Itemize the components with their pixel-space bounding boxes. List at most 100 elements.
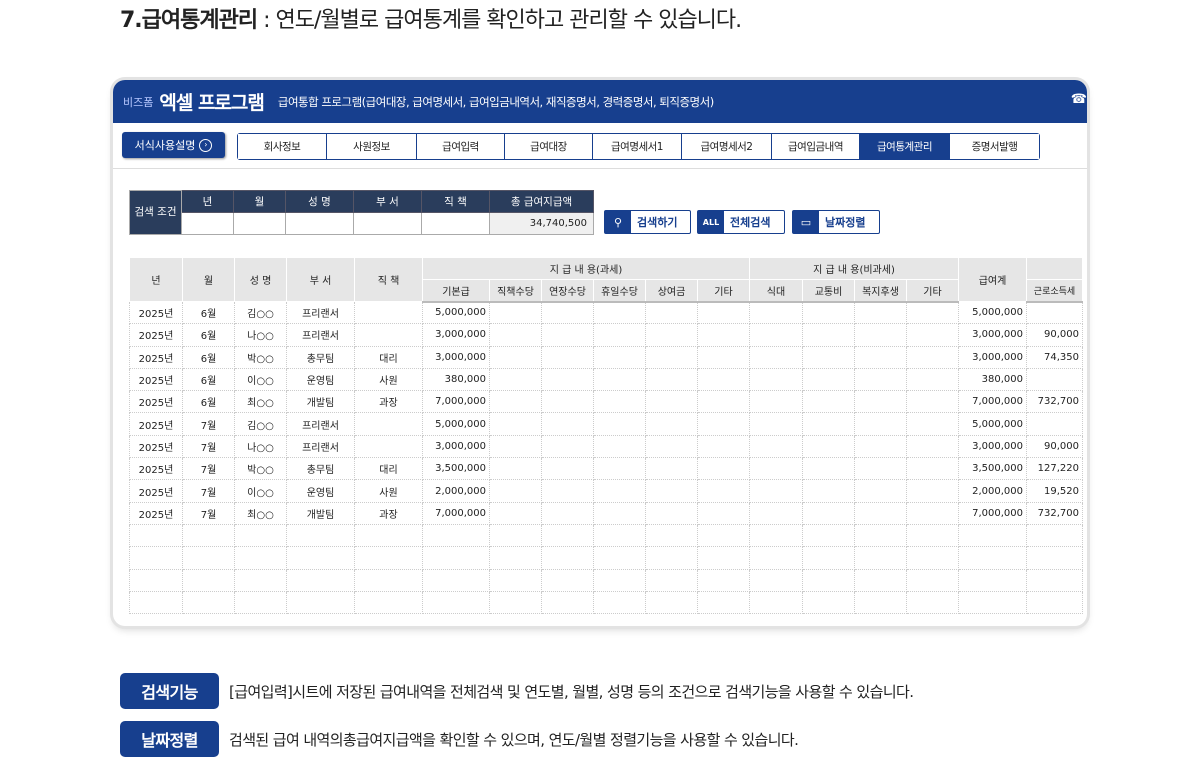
table-cell: 5,000,000 <box>958 300 1027 325</box>
table-cell <box>749 568 803 592</box>
table-cell <box>489 390 542 414</box>
table-cell <box>354 590 423 615</box>
table-cell <box>854 546 907 570</box>
table-cell <box>422 568 490 592</box>
table-cell <box>1026 412 1083 436</box>
table-cell <box>593 367 646 392</box>
table-cell <box>697 300 750 325</box>
tab-8[interactable]: 증명서발행 <box>950 134 1039 159</box>
table-cell: 2025년 <box>129 501 183 525</box>
tab-6[interactable]: 급여입금내역 <box>772 134 860 159</box>
search-label: 검색 조건 <box>129 190 182 235</box>
table-cell <box>645 479 698 503</box>
table-cell <box>854 390 907 414</box>
table-cell: 운영팀 <box>286 367 355 392</box>
table-cell <box>541 523 594 548</box>
tab-4[interactable]: 급여명세서1 <box>593 134 682 159</box>
search-position-input[interactable] <box>421 212 490 235</box>
table-cell <box>1026 300 1083 325</box>
table-cell: 박○○ <box>234 457 287 481</box>
tab-3[interactable]: 급여대장 <box>505 134 593 159</box>
col-pay-total: 급여계 <box>958 257 1027 302</box>
table-cell <box>697 367 750 392</box>
table-cell <box>749 300 803 325</box>
table-cell: 개발팀 <box>286 390 355 414</box>
all-search-button[interactable]: ALL 전체검색 <box>697 210 785 234</box>
table-cell <box>129 568 183 592</box>
table-cell <box>541 546 594 570</box>
table-cell: 7,000,000 <box>422 501 490 525</box>
table-cell <box>1026 367 1083 392</box>
table-cell: 과장 <box>354 390 423 414</box>
table-cell <box>354 434 423 459</box>
table-cell <box>749 501 803 525</box>
table-cell <box>354 568 423 592</box>
date-sort-label: 날짜정렬 <box>825 216 866 229</box>
table-cell <box>645 412 698 436</box>
table-cell: 김○○ <box>234 300 287 325</box>
table-cell <box>129 523 183 548</box>
table-cell <box>749 546 803 570</box>
search-dept-input[interactable] <box>353 212 422 235</box>
heading-desc: : 연도/월별로 급여통계를 확인하고 관리할 수 있습니다. <box>257 8 742 33</box>
table-cell: 최○○ <box>234 501 287 525</box>
tab-7[interactable]: 급여통계관리 <box>860 134 950 159</box>
table-row: 2025년 6월 박○○ 총무팀 대리 3,000,000 3,000,000 74,350 <box>129 345 1083 369</box>
table-cell: 7,000,000 <box>958 390 1027 414</box>
all-icon: ALL <box>698 211 724 233</box>
col-tax-top <box>1026 257 1083 280</box>
table-cell <box>958 546 1027 570</box>
table-cell <box>489 523 542 548</box>
search-button[interactable]: ⚲ 검색하기 <box>604 210 691 234</box>
table-cell <box>802 479 855 503</box>
table-cell <box>697 501 750 525</box>
table-cell <box>645 434 698 459</box>
search-header-dept: 부 서 <box>353 190 422 213</box>
date-sort-button[interactable]: ▭ 날짜정렬 <box>792 210 880 234</box>
table-cell <box>541 457 594 481</box>
table-row <box>129 590 1083 615</box>
table-cell: 박○○ <box>234 345 287 369</box>
table-cell: 3,000,000 <box>422 345 490 369</box>
tab-5[interactable]: 급여명세서2 <box>682 134 772 159</box>
table-cell: 732,700 <box>1026 501 1083 525</box>
table-cell: 사원 <box>354 479 423 503</box>
table-cell <box>541 390 594 414</box>
table-row <box>129 568 1083 592</box>
table-cell <box>593 323 646 347</box>
table-cell: 개발팀 <box>286 501 355 525</box>
search-name-input[interactable] <box>285 212 354 235</box>
table-cell: 732,700 <box>1026 390 1083 414</box>
search-header-name: 성 명 <box>285 190 354 213</box>
table-row: 2025년 7월 이○○ 운영팀 사원 2,000,000 2,000,000 19,520 <box>129 479 1083 503</box>
table-cell <box>489 434 542 459</box>
table-row: 2025년 6월 김○○ 프리랜서 5,000,000 5,000,000 <box>129 300 1083 325</box>
subcol-header: 기타 <box>906 279 959 303</box>
table-cell: 6월 <box>182 323 235 347</box>
tab-0[interactable]: 회사정보 <box>238 134 327 159</box>
sheet-tabs: 회사정보 사원정보 급여입력 급여대장 급여명세서1 급여명세서2 급여입금내역 급여통계관리… <box>237 133 1040 160</box>
tab-1[interactable]: 사원정보 <box>327 134 417 159</box>
table-cell <box>593 457 646 481</box>
manual-button[interactable]: 서식사용설명 › <box>122 132 225 158</box>
table-cell <box>697 546 750 570</box>
table-cell <box>1026 546 1083 570</box>
table-cell <box>802 300 855 325</box>
table-cell <box>749 434 803 459</box>
all-search-label: 전체검색 <box>730 216 771 229</box>
table-row: 2025년 7월 박○○ 총무팀 대리 3,500,000 3,500,000 127,220 <box>129 457 1083 481</box>
subcol-header: 상여금 <box>645 279 698 303</box>
table-cell <box>854 479 907 503</box>
search-year-input[interactable] <box>181 212 234 235</box>
table-cell: 2025년 <box>129 367 183 392</box>
table-cell: 7,000,000 <box>422 390 490 414</box>
search-month-input[interactable] <box>233 212 286 235</box>
tab-2[interactable]: 급여입력 <box>417 134 505 159</box>
table-cell <box>749 345 803 369</box>
table-cell <box>645 457 698 481</box>
table-cell: 7월 <box>182 434 235 459</box>
table-cell: 2025년 <box>129 434 183 459</box>
subcol-header: 기타 <box>697 279 750 303</box>
table-cell <box>854 323 907 347</box>
table-cell <box>286 590 355 615</box>
